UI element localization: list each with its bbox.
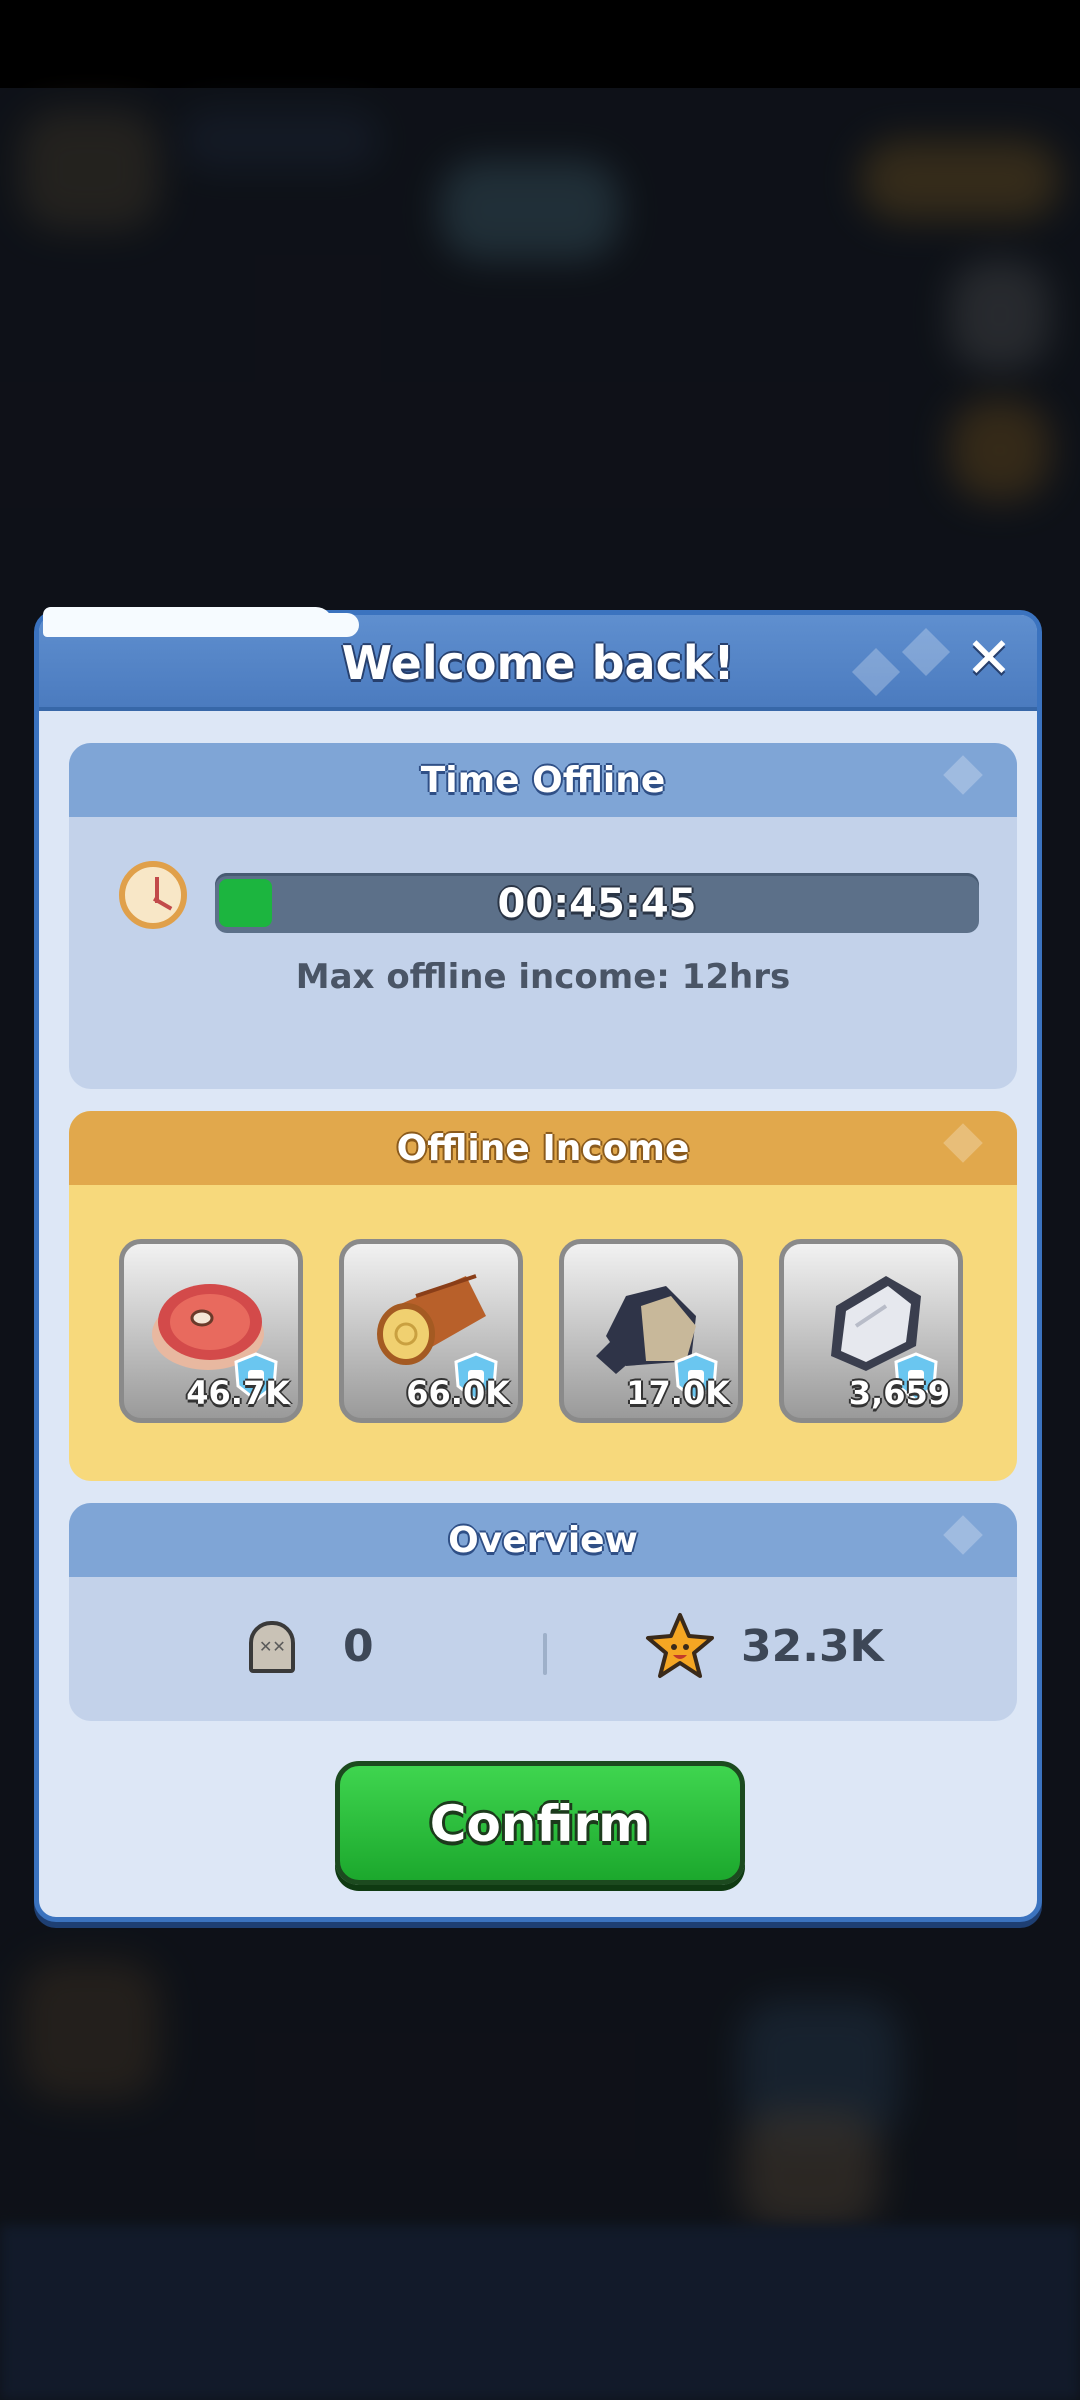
offline-time-progress-bar: 00:45:45 bbox=[215, 873, 979, 933]
close-icon[interactable]: ✕ bbox=[959, 629, 1019, 689]
time-offline-header: Time Offline bbox=[69, 743, 1017, 817]
resource-amount: 3,659 bbox=[848, 1374, 950, 1412]
resource-amount: 46.7K bbox=[186, 1374, 290, 1412]
status-bar bbox=[0, 0, 1080, 88]
offline-income-title: Offline Income bbox=[396, 1128, 690, 1169]
offline-timer: 00:45:45 bbox=[497, 881, 697, 927]
kills-count: 0 bbox=[343, 1621, 374, 1672]
resource-slot-iron-ore[interactable]: 3,659 bbox=[779, 1239, 963, 1423]
overview-panel: Overview ✕✕ 0 32.3K bbox=[69, 1503, 1017, 1721]
resource-amount: 66.0K bbox=[406, 1374, 510, 1412]
resource-slot-meat[interactable]: 46.7K bbox=[119, 1239, 303, 1423]
resource-amount: 17.0K bbox=[626, 1374, 730, 1412]
decor-diamond bbox=[943, 1515, 983, 1555]
resource-slot-stone[interactable]: 17.0K bbox=[559, 1239, 743, 1423]
overview-header: Overview bbox=[69, 1503, 1017, 1577]
overview-title: Overview bbox=[448, 1520, 638, 1561]
decor-diamond bbox=[943, 1123, 983, 1163]
time-offline-title: Time Offline bbox=[420, 760, 666, 801]
offline-income-header: Offline Income bbox=[69, 1111, 1017, 1185]
tombstone-icon: ✕✕ bbox=[249, 1621, 295, 1673]
overview-divider bbox=[543, 1633, 547, 1675]
resource-slot-wood[interactable]: 66.0K bbox=[339, 1239, 523, 1423]
confirm-label: Confirm bbox=[429, 1795, 651, 1853]
dialog-title: Welcome back! bbox=[341, 636, 735, 690]
confirm-button[interactable]: Confirm bbox=[335, 1761, 745, 1885]
time-offline-panel: Time Offline 00:45:45 Max offline income… bbox=[69, 743, 1017, 1089]
stars-count: 32.3K bbox=[741, 1621, 884, 1672]
welcome-back-dialog: Welcome back! ✕ Time Offline 00:45:45 Ma… bbox=[34, 607, 1042, 1922]
max-offline-income-text: Max offline income: 12hrs bbox=[295, 957, 791, 997]
offline-income-panel: Offline Income 46.7K 66.0K 17.0K 3,659 bbox=[69, 1111, 1017, 1481]
clock-icon bbox=[119, 861, 187, 929]
decor-diamond bbox=[943, 755, 983, 795]
star-icon bbox=[646, 1613, 714, 1678]
